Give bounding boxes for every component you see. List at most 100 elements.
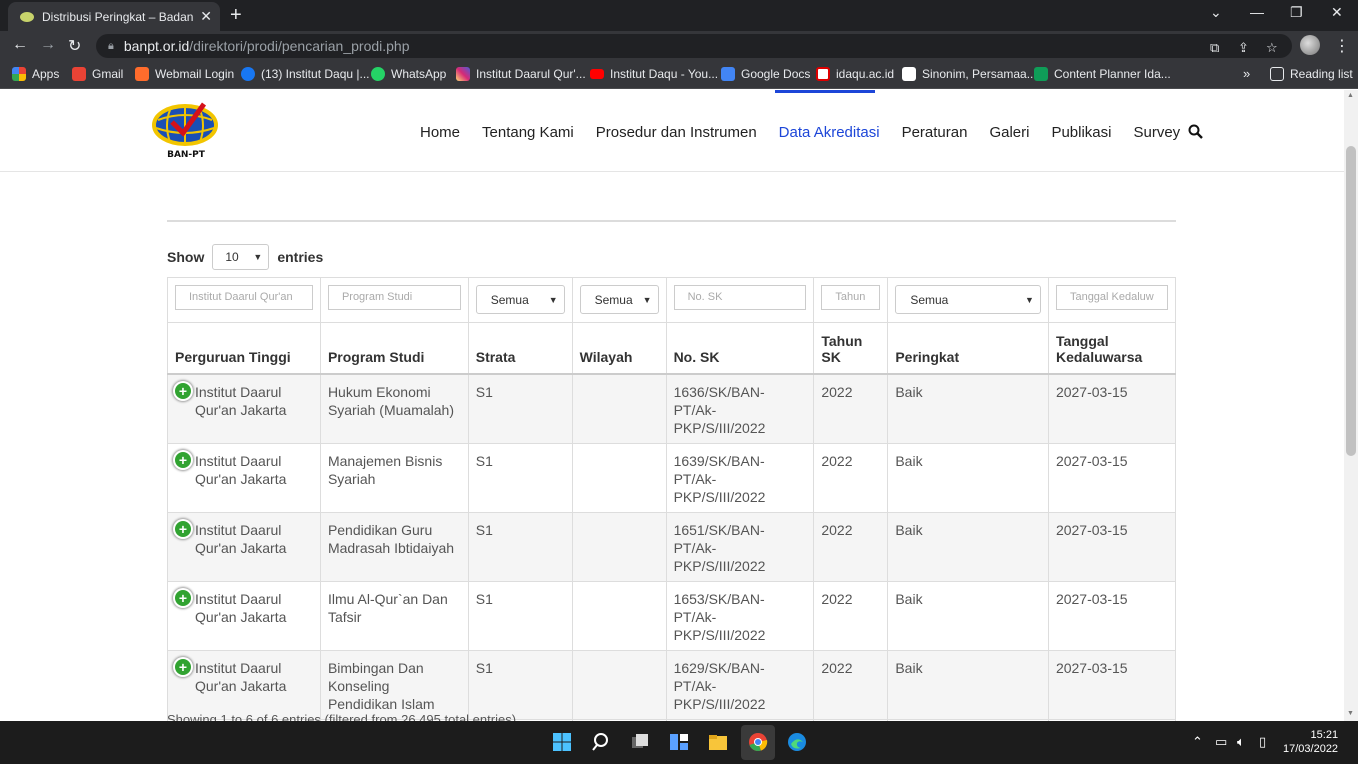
- nav-peraturan[interactable]: Peraturan: [902, 124, 968, 141]
- bookmark-facebook[interactable]: (13) Institut Daqu |...: [241, 67, 370, 81]
- filter-wilayah-select[interactable]: Semua ▼: [579, 285, 659, 314]
- filter-row: Institut Daarul Qur'an Program Studi Sem…: [167, 277, 1177, 323]
- file-explorer-icon[interactable]: [708, 732, 728, 752]
- table-info: Showing 1 to 6 of 6 entries (filtered fr…: [167, 712, 517, 721]
- bookmark-sinonim[interactable]: Sinonim, Persamaa...: [902, 67, 1037, 81]
- chrome-icon[interactable]: [748, 732, 768, 752]
- bookmark-google-docs[interactable]: Google Docs: [721, 67, 810, 81]
- battery-icon[interactable]: ▯: [1259, 734, 1266, 750]
- show-label: Show: [167, 249, 205, 265]
- search-icon[interactable]: [1188, 124, 1203, 139]
- column-header[interactable]: Wilayah: [571, 322, 667, 375]
- table-row[interactable]: + Institut Daarul Qur'an Jakarta Manajemen…: [167, 442, 1177, 513]
- institution-cell: + Institut Daarul Qur'an Jakarta: [175, 451, 313, 488]
- bookmark-label: Content Planner Ida...: [1054, 67, 1171, 81]
- nav-tentang-kami[interactable]: Tentang Kami: [482, 124, 574, 141]
- column-header[interactable]: Tanggal Kedaluwarsa: [1047, 322, 1177, 375]
- nav-publikasi[interactable]: Publikasi: [1051, 124, 1111, 141]
- search-icon[interactable]: [592, 732, 612, 752]
- network-icon[interactable]: ▭: [1215, 734, 1227, 750]
- close-window-icon[interactable]: ✕: [1331, 4, 1343, 21]
- cell-wilayah: [571, 649, 667, 720]
- lock-icon[interactable]: 🔒︎: [108, 40, 114, 53]
- column-header[interactable]: Tahun SK: [813, 322, 889, 375]
- bookmark-instagram[interactable]: Institut Daarul Qur'...: [456, 67, 586, 81]
- reading-list-label: Reading list: [1290, 67, 1353, 81]
- bookmark-star-icon[interactable]: ☆: [1266, 40, 1278, 56]
- table-row[interactable]: + Institut Daarul Qur'an Jakarta Ilmu Al-Q…: [167, 580, 1177, 651]
- back-icon[interactable]: ←: [12, 36, 28, 54]
- task-view-icon[interactable]: [630, 732, 650, 752]
- tab-search-icon[interactable]: ⌄: [1210, 4, 1222, 21]
- scroll-down-icon[interactable]: ▼: [1347, 710, 1354, 717]
- minimize-icon[interactable]: —: [1250, 4, 1264, 20]
- nav-data-akreditasi[interactable]: Data Akreditasi: [779, 124, 880, 141]
- table-row[interactable]: + Institut Daarul Qur'an Jakarta Pendidika…: [167, 511, 1177, 582]
- bookmarks-bar: Apps Gmail Webmail Login (13) Institut D…: [0, 61, 1358, 89]
- nav-home[interactable]: Home: [420, 124, 460, 141]
- filter-strata-select[interactable]: Semua ▼: [475, 285, 565, 314]
- cell-tanggal-kedaluwarsa: 2027-03-15: [1047, 649, 1177, 720]
- bookmark-whatsapp[interactable]: WhatsApp: [371, 67, 446, 81]
- table-row[interactable]: + Institut Daarul Qur'an Jakarta Hukum Eko…: [167, 373, 1177, 444]
- bookmark-youtube[interactable]: Institut Daqu - You...: [590, 67, 718, 81]
- cell-peringkat: Baik: [887, 649, 1049, 720]
- cell-no-sk: 1639/SK/BAN-PT/Ak-PKP/S/III/2022: [665, 442, 815, 513]
- column-header[interactable]: Strata: [467, 322, 573, 375]
- new-tab-icon[interactable]: +: [230, 4, 242, 27]
- expand-row-icon[interactable]: +: [175, 520, 191, 537]
- volume-icon[interactable]: 🔈︎: [1237, 734, 1245, 750]
- scroll-thumb[interactable]: [1346, 146, 1356, 456]
- widgets-icon[interactable]: [669, 732, 689, 752]
- nav-survey[interactable]: Survey: [1133, 124, 1180, 141]
- expand-row-icon[interactable]: +: [175, 658, 191, 675]
- filter-peringkat-select[interactable]: Semua ▼: [895, 285, 1041, 314]
- column-header[interactable]: Peringkat: [887, 322, 1049, 375]
- bookmark-content-planner[interactable]: Content Planner Ida...: [1034, 67, 1171, 81]
- scroll-up-icon[interactable]: ▲: [1347, 92, 1354, 99]
- expand-row-icon[interactable]: +: [175, 382, 191, 399]
- address-bar[interactable]: 🔒︎ banpt.or.id/direktori/prodi/pencarian…: [96, 34, 1292, 58]
- column-header[interactable]: No. SK: [665, 322, 815, 375]
- forward-icon[interactable]: →: [40, 36, 56, 54]
- expand-row-icon[interactable]: +: [175, 589, 191, 606]
- bookmark-apps[interactable]: Apps: [12, 67, 59, 81]
- filter-perguruan-tinggi-input[interactable]: Institut Daarul Qur'an: [175, 285, 313, 310]
- restore-icon[interactable]: ❐: [1290, 4, 1303, 21]
- ban-pt-logo[interactable]: BAN-PT: [152, 102, 220, 160]
- filter-cell: No. SK: [665, 277, 815, 323]
- nav-prosedur-dan-instrumen[interactable]: Prosedur dan Instrumen: [596, 124, 757, 141]
- entries-label: entries: [277, 249, 324, 265]
- cell-tanggal-kedaluwarsa: 2027-03-15: [1047, 511, 1177, 582]
- column-header[interactable]: Program Studi: [319, 322, 469, 375]
- windows-start-icon[interactable]: [552, 732, 572, 752]
- bookmark-gmail[interactable]: Gmail: [72, 67, 123, 81]
- reading-list-button[interactable]: Reading list: [1270, 67, 1353, 81]
- browser-tab[interactable]: Distribusi Peringkat – Badan Akre ✕: [8, 2, 220, 31]
- translate-icon[interactable]: ⧉: [1210, 40, 1219, 56]
- share-icon[interactable]: ⇪: [1238, 40, 1249, 56]
- bookmark-idaqu[interactable]: idaqu.ac.id: [816, 67, 894, 81]
- browser-menu-icon[interactable]: ⋮: [1334, 36, 1350, 56]
- page-size-select[interactable]: 10 ▼: [212, 244, 270, 270]
- whatsapp-icon: [371, 67, 385, 81]
- more-bookmarks-icon[interactable]: »: [1243, 66, 1250, 81]
- page-scrollbar[interactable]: ▲ ▼: [1344, 90, 1358, 721]
- system-clock[interactable]: 15:21 17/03/2022: [1283, 728, 1338, 756]
- reload-icon[interactable]: ↻: [68, 36, 81, 56]
- bookmark-webmail[interactable]: Webmail Login: [135, 67, 234, 81]
- cell-tahun-sk: 2022: [813, 649, 889, 720]
- filter-program-studi-input[interactable]: Program Studi: [327, 285, 461, 310]
- tab-close-icon[interactable]: ✕: [200, 8, 212, 25]
- column-header[interactable]: Perguruan Tinggi: [167, 322, 321, 375]
- filter-no-sk-input[interactable]: No. SK: [673, 285, 807, 310]
- expand-row-icon[interactable]: +: [175, 451, 191, 468]
- nav-galeri[interactable]: Galeri: [989, 124, 1029, 141]
- edge-icon[interactable]: [787, 732, 807, 752]
- profile-avatar[interactable]: [1300, 35, 1320, 55]
- filter-tanggal-input[interactable]: Tanggal Kedaluw: [1055, 285, 1168, 310]
- table-row[interactable]: + Institut Daarul Qur'an Jakarta Bimbingan…: [167, 649, 1177, 720]
- tray-overflow-icon[interactable]: ⌃: [1192, 734, 1203, 750]
- filter-tahun-input[interactable]: Tahun: [821, 285, 881, 310]
- tab-strip: Distribusi Peringkat – Badan Akre ✕ + ⌄ …: [0, 0, 1358, 31]
